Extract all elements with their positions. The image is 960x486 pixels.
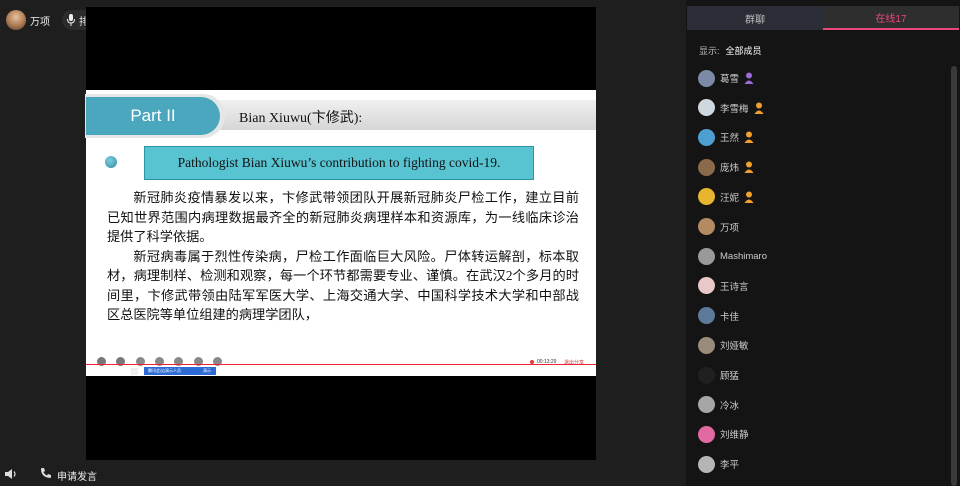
taskbar: 腾讯会议|演示人员 演示	[86, 365, 596, 377]
slide-title: Bian Xiuwu(卞修武):	[239, 111, 363, 126]
member-item[interactable]: 刘娅敏	[698, 335, 749, 355]
taskbar-item[interactable]: 演示	[198, 367, 216, 375]
member-item[interactable]: 刘维静	[698, 424, 749, 444]
part-label: Part II	[86, 97, 220, 135]
member-name: 王然	[720, 133, 740, 145]
member-name: 葛雪	[720, 74, 740, 85]
filter-label: 显示:	[699, 46, 720, 56]
scrollbar[interactable]	[951, 66, 957, 486]
member-item[interactable]: 汪妮	[698, 187, 754, 207]
member-item[interactable]: 顾猛	[698, 365, 739, 385]
member-name: 卡佳	[720, 311, 740, 323]
slide-paragraph-2: 新冠病毒属于烈性传染病，尸检工作面临巨大风险。尸体转运解剖，标本取材，病理制样、…	[107, 248, 579, 323]
member-name: 王诗言	[720, 281, 749, 293]
member-name: 庞炜	[720, 163, 740, 175]
user-role-icon	[744, 72, 754, 84]
member-name: 李平	[720, 460, 740, 472]
member-name: 李雪梅	[720, 103, 749, 115]
tab-group-chat[interactable]: 群聊	[687, 6, 823, 30]
member-avatar	[698, 425, 715, 443]
slide-subtitle: Pathologist Bian Xiuwu’s contribution to…	[144, 146, 534, 180]
member-avatar	[698, 158, 715, 176]
member-item[interactable]: 万项	[698, 217, 739, 237]
member-avatar	[698, 69, 715, 87]
user-role-icon	[744, 161, 754, 174]
member-item[interactable]: 李平	[698, 454, 739, 474]
member-avatar	[698, 218, 715, 235]
user-role-icon	[754, 102, 764, 114]
member-name: 刘维静	[720, 430, 749, 442]
member-item[interactable]: 李雪梅	[698, 98, 764, 118]
member-avatar	[698, 128, 715, 146]
member-name: 汪妮	[720, 192, 740, 204]
member-item[interactable]: 卡佳	[698, 306, 739, 326]
member-name: 冷冰	[720, 400, 740, 412]
member-item[interactable]: 王诗言	[698, 276, 749, 296]
member-name: 刘娅敏	[720, 341, 749, 353]
speaker-icon[interactable]	[4, 467, 18, 481]
member-avatar	[698, 336, 715, 354]
member-avatar	[698, 366, 715, 384]
member-panel: 群聊 在线17 显示: 全部成员 葛雪李雪梅王然庞炜汪妮万项 Mashimaro 王诗…	[686, 0, 960, 486]
phone-icon	[41, 468, 51, 478]
member-avatar	[698, 307, 715, 325]
user-role-icon	[744, 191, 754, 203]
apply-speak-button[interactable]: 申请发言	[57, 468, 97, 483]
host-name: 万项	[30, 17, 50, 28]
member-item[interactable]: 冷冰	[698, 395, 739, 415]
member-name: 万项	[720, 222, 740, 234]
member-item[interactable]: Mashimaro	[698, 246, 767, 266]
host-avatar[interactable]	[6, 10, 26, 30]
bullet-dot-icon	[105, 156, 117, 168]
member-avatar	[698, 99, 715, 117]
tab-online[interactable]: 在线17	[823, 6, 959, 30]
member-name: Mashimaro	[720, 250, 767, 262]
member-filter[interactable]: 显示: 全部成员	[699, 44, 762, 57]
member-avatar	[698, 277, 715, 295]
microphone-icon	[67, 14, 75, 26]
member-avatar	[698, 455, 715, 473]
filter-value[interactable]: 全部成员	[726, 46, 762, 56]
slide-body: 新冠肺炎疫情暴发以来，卞修武带领团队开展新冠肺炎尸检工作，建立目前已知世界范围内…	[107, 188, 579, 325]
app-logo-icon	[130, 367, 139, 376]
user-role-icon	[744, 131, 754, 144]
member-item[interactable]: 王然	[698, 127, 754, 147]
bottom-bar: 申请发言	[0, 460, 686, 486]
taskbar-item[interactable]: 腾讯会议|演示人员	[144, 367, 200, 375]
slide-paragraph-1: 新冠肺炎疫情暴发以来，卞修武带领团队开展新冠肺炎尸检工作，建立目前已知世界范围内…	[107, 190, 579, 244]
member-name: 顾猛	[720, 371, 740, 382]
member-avatar	[698, 247, 715, 265]
member-avatar	[698, 188, 715, 206]
member-item[interactable]: 葛雪	[698, 68, 754, 88]
member-item[interactable]: 庞炜	[698, 157, 754, 177]
member-avatar	[698, 396, 715, 414]
presentation-slide: Part II Bian Xiuwu(卞修武): Pathologist Bia…	[86, 90, 596, 376]
